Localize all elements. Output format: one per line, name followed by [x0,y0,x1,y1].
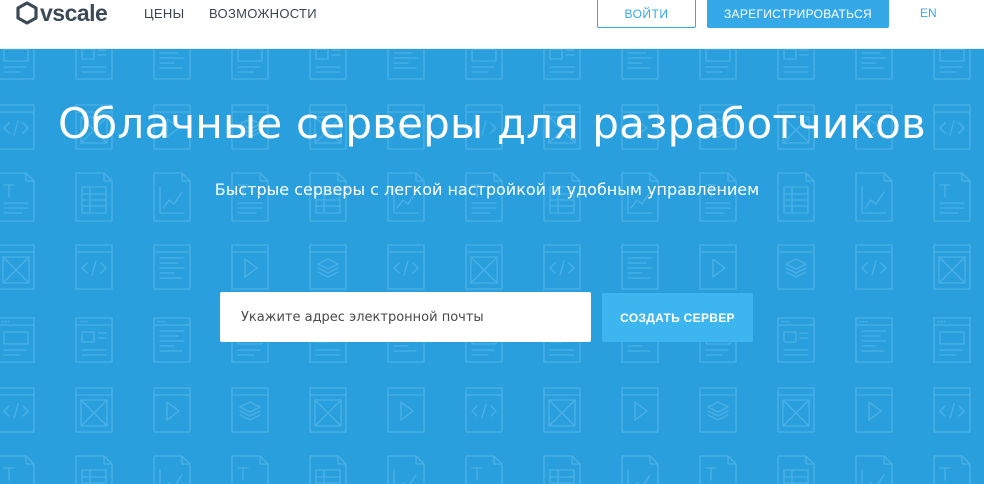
top-navbar: vscale ЦЕНЫ ВОЗМОЖНОСТИ ВОЙТИ ЗАРЕГИСТРИ… [0,0,984,49]
nav-link-features[interactable]: ВОЗМОЖНОСТИ [209,6,317,21]
hero-section: Облачные серверы для разработчиков Быстр… [0,49,984,484]
create-server-button[interactable]: СОЗДАТЬ СЕРВЕР [602,293,753,342]
brand-logo[interactable]: vscale [16,0,108,26]
register-button[interactable]: ЗАРЕГИСТРИРОВАТЬСЯ [707,0,889,28]
brand-name: vscale [40,0,108,26]
nav-link-prices[interactable]: ЦЕНЫ [144,6,184,21]
hero-subtitle: Быстрые серверы с легкой настройкой и уд… [214,180,760,199]
hexagon-logo-icon [16,1,38,25]
email-input[interactable] [220,292,591,342]
login-button[interactable]: ВОЙТИ [597,0,696,28]
language-switch[interactable]: EN [920,6,937,20]
hero-title: Облачные серверы для разработчиков [58,99,926,148]
